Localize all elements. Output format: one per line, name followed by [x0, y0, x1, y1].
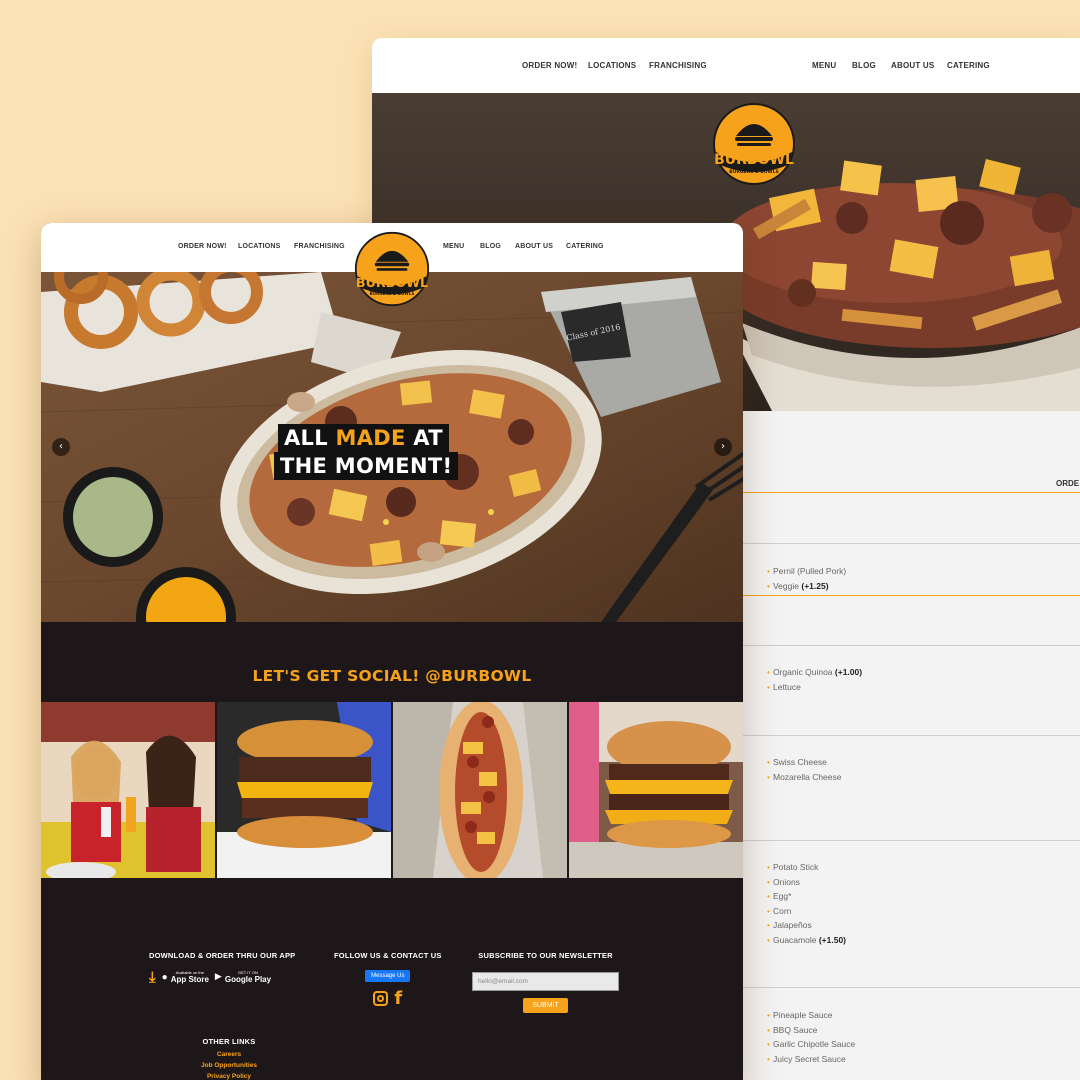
option-item[interactable]: • Jalapeños: [767, 918, 846, 933]
apple-icon: ●: [161, 971, 168, 983]
app-store-badge[interactable]: ● Available on the App Store: [162, 970, 209, 984]
protein-options: • Pernil (Pulled Pork) • Veggie (+1.25): [767, 564, 846, 593]
messenger-button[interactable]: Message Us: [365, 970, 411, 982]
instagram-photo-burger-gloves[interactable]: [217, 702, 391, 878]
link-careers[interactable]: Careers: [191, 1049, 267, 1060]
option-item[interactable]: • Veggie (+1.25): [767, 579, 846, 594]
option-item[interactable]: • Guacamole (+1.50): [767, 933, 846, 948]
instagram-photo-hotdog[interactable]: [393, 702, 567, 878]
divider: [743, 595, 1080, 596]
logo-tagline: BURGERS & BOWLS: [370, 291, 415, 296]
option-item[interactable]: • Mozarella Cheese: [767, 770, 842, 785]
other-links-heading: OTHER LINKS: [202, 1037, 256, 1046]
hero-slider: Class of 2016 ‹ › ALL MADE AT THE MOMENT…: [41, 272, 743, 622]
option-item[interactable]: • BBQ Sauce: [767, 1023, 855, 1038]
link-job-opportunities[interactable]: Job Opportunities: [191, 1060, 267, 1071]
option-item[interactable]: • Egg*: [767, 889, 846, 904]
option-item[interactable]: • Onions: [767, 875, 846, 890]
follow-heading: FOLLOW US & CONTACT US: [334, 951, 442, 960]
divider: [743, 543, 1080, 544]
newsletter-submit-button[interactable]: SUBMIT: [523, 998, 568, 1013]
option-item[interactable]: • Garlic Chipotle Sauce: [767, 1037, 855, 1052]
instagram-grid: [41, 702, 743, 878]
social-section-title: LET'S GET SOCIAL! @BURBOWL: [252, 667, 532, 685]
topping-options: • Potato Stick • Onions • Egg* • Corn • Jalap…: [767, 860, 846, 947]
sauce-options: • Pineaple Sauce • BBQ Sauce • Garlic Chipo…: [767, 1008, 855, 1066]
app-download-heading: DOWNLOAD & ORDER THRU OUR APP: [149, 951, 296, 960]
follow-section: FOLLOW US & CONTACT US Message Us f: [334, 951, 442, 1009]
option-item[interactable]: • Organic Quinoa (+1.00): [767, 665, 862, 680]
logo-wordmark: BURBOWL: [714, 152, 794, 168]
instagram-icon[interactable]: [373, 991, 389, 1006]
option-item[interactable]: • Swiss Cheese: [767, 755, 842, 770]
play-icon: ▶: [214, 972, 222, 982]
other-links-section: OTHER LINKS Careers Job Opportunities Pr…: [191, 1037, 267, 1080]
option-item[interactable]: • Potato Stick: [767, 860, 846, 875]
option-item[interactable]: • Pernil (Pulled Pork): [767, 564, 846, 579]
divider: [743, 492, 1080, 493]
divider: [743, 840, 1080, 841]
facebook-icon[interactable]: f: [394, 988, 402, 1009]
hero-headline: ALL MADE AT THE MOMENT!: [274, 424, 459, 480]
slider-next-button[interactable]: ›: [714, 438, 732, 456]
option-item[interactable]: • Pineaple Sauce: [767, 1008, 855, 1023]
nav-menu[interactable]: MENU: [443, 243, 464, 250]
burbowl-logo[interactable]: BURBOWL BURGERS & BOWLS: [348, 231, 436, 312]
app-download-section: DOWNLOAD & ORDER THRU OUR APP ⤓ ● Availa…: [149, 951, 295, 986]
newsletter-heading: SUBSCRIBE TO OUR NEWSLETTER: [478, 951, 613, 960]
nav-about-us[interactable]: ABOUT US: [891, 61, 934, 70]
nav-menu[interactable]: MENU: [812, 61, 836, 70]
instagram-photo-double-burger[interactable]: [569, 702, 743, 878]
divider: [743, 987, 1080, 988]
base-options: • Organic Quinoa (+1.00) • Lettuce: [767, 665, 862, 694]
nav-order-now[interactable]: ORDER NOW!: [522, 61, 577, 70]
cheese-options: • Swiss Cheese • Mozarella Cheese: [767, 755, 842, 784]
nav-locations[interactable]: LOCATIONS: [238, 243, 281, 250]
logo-tagline: BURGERS & BOWLS: [729, 169, 778, 175]
option-item[interactable]: • Corn: [767, 904, 846, 919]
nav-catering[interactable]: CATERING: [566, 243, 604, 250]
order-heading: ORDE: [1056, 479, 1080, 488]
instagram-photo-customers[interactable]: [41, 702, 215, 878]
nav-order-now[interactable]: ORDER NOW!: [178, 243, 227, 250]
nav-franchising[interactable]: FRANCHISING: [649, 61, 707, 70]
divider: [743, 645, 1080, 646]
google-play-badge[interactable]: ▶ GET IT ON Google Play: [215, 970, 271, 984]
top-navigation: ORDER NOW! LOCATIONS FRANCHISING MENU BL…: [372, 38, 1080, 93]
nav-blog[interactable]: BLOG: [480, 243, 501, 250]
newsletter-email-input[interactable]: hello@email.com: [472, 972, 619, 991]
option-item[interactable]: • Lettuce: [767, 680, 862, 695]
nav-franchising[interactable]: FRANCHISING: [294, 243, 345, 250]
link-privacy-policy[interactable]: Privacy Policy: [191, 1071, 267, 1080]
logo-wordmark: BURBOWL: [356, 275, 428, 290]
nav-about-us[interactable]: ABOUT US: [515, 243, 553, 250]
download-arrow-icon: ⤓: [149, 968, 156, 986]
option-item[interactable]: • Juicy Secret Sauce: [767, 1052, 855, 1067]
foreground-browser-window: ORDER NOW! LOCATIONS FRANCHISING MENU BL…: [41, 223, 743, 1080]
nav-catering[interactable]: CATERING: [947, 61, 990, 70]
slider-prev-button[interactable]: ‹: [52, 438, 70, 456]
nav-blog[interactable]: BLOG: [852, 61, 876, 70]
newsletter-section: SUBSCRIBE TO OUR NEWSLETTER hello@email.…: [472, 951, 619, 1013]
divider: [743, 735, 1080, 736]
nav-locations[interactable]: LOCATIONS: [588, 61, 636, 70]
